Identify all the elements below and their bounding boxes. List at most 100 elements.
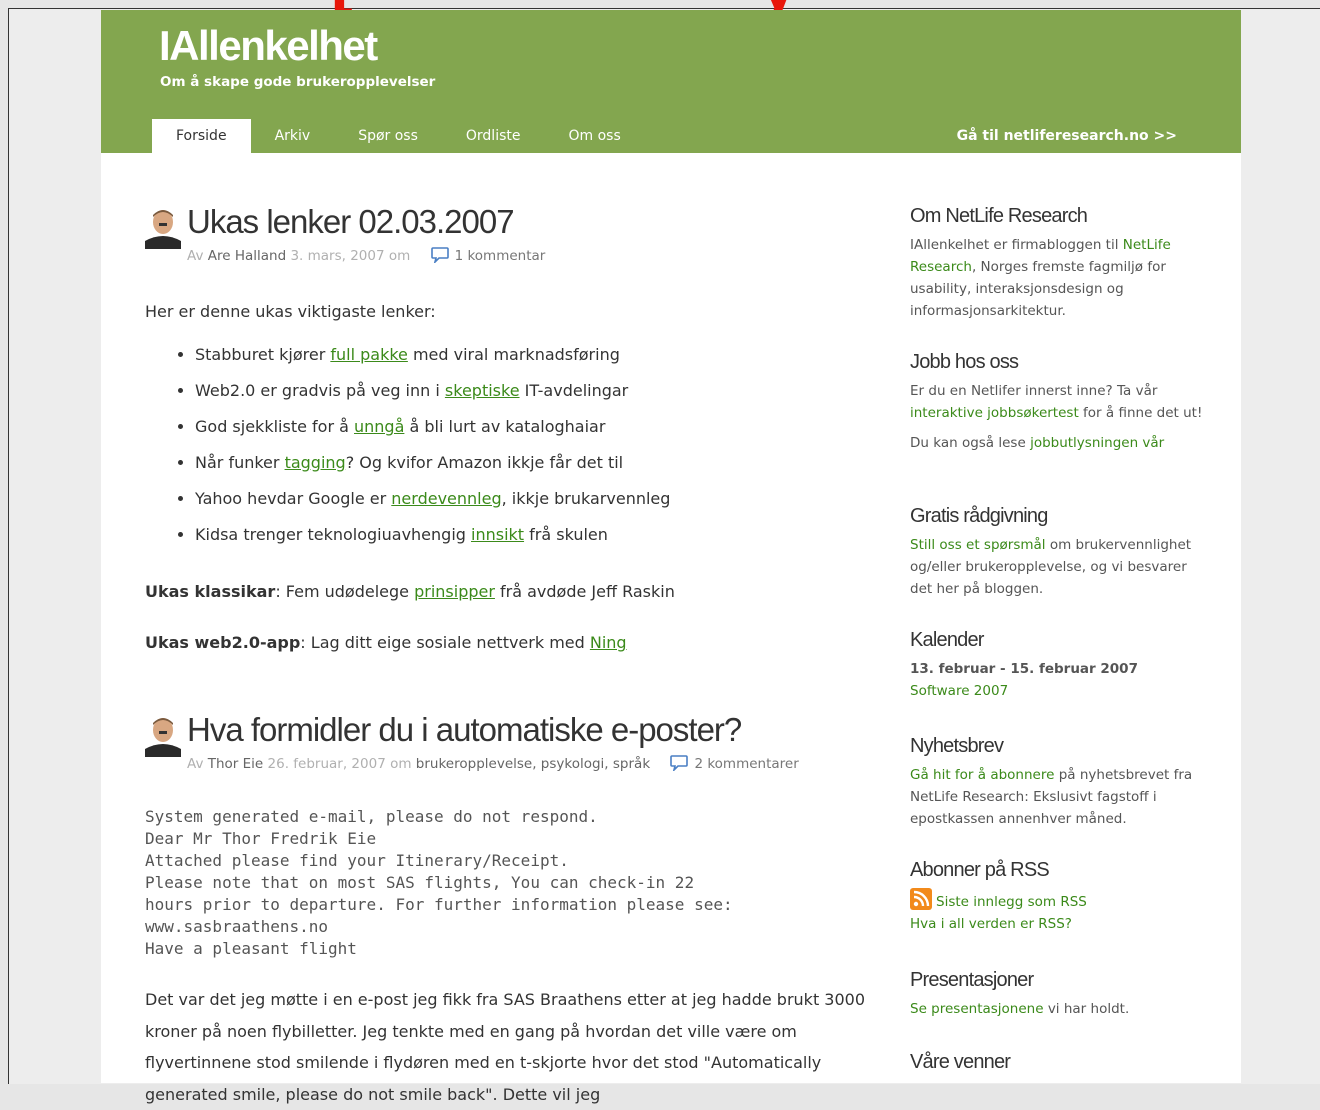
nav-om-oss[interactable]: Om oss xyxy=(544,119,644,153)
list-text: Når funker xyxy=(195,453,285,472)
classic-label: Ukas klassikar xyxy=(145,582,276,601)
comments-link[interactable]: 1 kommentar xyxy=(430,247,546,264)
widget-text: 13. februar - 15. februar 2007 Software 2… xyxy=(910,658,1210,702)
text: for å finne det ut! xyxy=(1078,405,1203,421)
widget-jobb: Jobb hos oss Er du en Netlifer innerst i… xyxy=(910,351,1210,454)
author-avatar-icon xyxy=(145,715,181,757)
post-body: Det var det jeg møtte i en e-post jeg fi… xyxy=(145,990,866,1104)
widget-title: Jobb hos oss xyxy=(910,351,1019,373)
list-text: Yahoo hevdar Google er xyxy=(195,489,392,508)
widget-kalender: Kalender 13. februar - 15. februar 2007 S… xyxy=(910,629,1210,702)
list-item: Kidsa trenger teknologiuavhengig innsikt… xyxy=(195,524,670,560)
classic-text: : Fem udødelege xyxy=(275,582,415,601)
list-text: frå skulen xyxy=(524,525,608,544)
inline-link[interactable]: nerdevennleg xyxy=(391,489,501,508)
list-text: med viral marknadsføring xyxy=(407,345,620,364)
top-banner-fragment: [ y xyxy=(0,0,1320,10)
widget-presentasjoner: Presentasjoner Se presentasjonene vi har… xyxy=(910,969,1210,1020)
post-intro: Her er denne ukas viktigaste lenker: xyxy=(145,302,436,321)
rss-link[interactable]: Siste innlegg som RSS xyxy=(936,894,1087,910)
rss-help-link[interactable]: Hva i all verden er RSS? xyxy=(910,916,1072,932)
web2-text: : Lag ditt eige sosiale nettverk med xyxy=(300,633,590,652)
widget-om-netlife: Om NetLife Research IAllenkelhet er firm… xyxy=(910,205,1210,322)
inline-link[interactable]: Ning xyxy=(590,633,627,652)
widget-text: Du kan også lese jobbutlysningen vår xyxy=(910,432,1210,454)
post-categories[interactable]: brukeropplevelse, psykologi, språk xyxy=(416,756,650,772)
inline-link[interactable]: unngå xyxy=(354,417,404,436)
ask-link[interactable]: Still oss et spørsmål xyxy=(910,537,1046,553)
post-header: Ukas lenker 02.03.2007 Av Are Halland 3.… xyxy=(145,195,865,264)
list-text: ? Og kvifor Amazon ikkje får det til xyxy=(345,453,624,472)
main-nav: Forside Arkiv Spør oss Ordliste Om oss xyxy=(152,119,645,153)
post: Ukas lenker 02.03.2007 Av Are Halland 3.… xyxy=(145,195,865,652)
inline-link[interactable]: prinsipper xyxy=(414,582,495,601)
comment-bubble-icon xyxy=(430,247,449,263)
presentations-link[interactable]: Se presentasjonene xyxy=(910,1001,1044,1017)
comments-count: 1 kommentar xyxy=(454,248,546,264)
nav-forside[interactable]: Forside xyxy=(152,119,251,153)
nav-ordliste[interactable]: Ordliste xyxy=(442,119,545,153)
widget-text: Siste innlegg som RSS Hva i all verden e… xyxy=(910,888,1210,935)
event-link[interactable]: Software 2007 xyxy=(910,683,1008,699)
widget-gratis: Gratis rådgivning Still oss et spørsmål … xyxy=(910,505,1210,600)
list-item: Yahoo hevdar Google er nerdevennleg, ikk… xyxy=(195,488,670,524)
post-date: 3. mars, 2007 om xyxy=(290,248,411,264)
list-text: Stabburet kjører xyxy=(195,345,331,364)
widget-venner: Våre venner xyxy=(910,1051,1210,1074)
widget-title: Abonner på RSS xyxy=(910,859,1050,881)
rss-row: Siste innlegg som RSS xyxy=(910,888,1210,913)
inline-link[interactable]: full pakke xyxy=(330,345,408,364)
comments-link[interactable]: 2 kommentarer xyxy=(670,755,799,772)
author-prefix: Av xyxy=(187,756,204,772)
job-ad-link[interactable]: jobbutlysningen vår xyxy=(1030,435,1164,451)
text: Er du en Netlifer innerst inne? Ta vår xyxy=(910,383,1158,399)
post-meta: Av Thor Eie 26. februar, 2007 om brukero… xyxy=(187,755,799,772)
list-text: , ikkje brukarvennleg xyxy=(501,489,671,508)
site-title[interactable]: IAllenkelhet xyxy=(159,22,378,70)
weekly-classic: Ukas klassikar: Fem udødelege prinsipper… xyxy=(145,582,675,601)
email-quote: System generated e-mail, please do not r… xyxy=(145,807,733,958)
page: IAllenkelhet Om å skape gode brukeropple… xyxy=(101,10,1241,1104)
list-text: Web2.0 er gradvis på veg inn i xyxy=(195,381,445,400)
event-date: 13. februar - 15. februar 2007 xyxy=(910,661,1138,677)
widget-text: Se presentasjonene vi har holdt. xyxy=(910,998,1210,1020)
inline-link[interactable]: tagging xyxy=(285,453,346,472)
widget-title: Om NetLife Research xyxy=(910,205,1088,227)
list-text: IT-avdelingar xyxy=(519,381,629,400)
list-item: God sjekkliste for å unngå å bli lurt av… xyxy=(195,416,670,452)
widget-rss: Abonner på RSS Siste innlegg som RSS Hva… xyxy=(910,859,1210,935)
widget-title: Gratis rådgivning xyxy=(910,505,1048,527)
text: vi har holdt. xyxy=(1043,1001,1130,1017)
text: IAllenkelhet er firmabloggen til xyxy=(910,237,1123,253)
widget-title: Kalender xyxy=(910,629,984,651)
widget-text: IAllenkelhet er firmabloggen til NetLife… xyxy=(910,234,1210,322)
post-title[interactable]: Hva formidler du i automatiske e-poster? xyxy=(187,711,742,749)
widget-text: Er du en Netlifer innerst inne? Ta vår i… xyxy=(910,380,1210,424)
list-item: Når funker tagging? Og kvifor Amazon ikk… xyxy=(195,452,670,488)
list-item: Stabburet kjører full pakke med viral ma… xyxy=(195,344,670,380)
author-prefix: Av xyxy=(187,248,204,264)
text: Du kan også lese xyxy=(910,435,1031,451)
site-header: IAllenkelhet Om å skape gode brukeropple… xyxy=(101,10,1241,153)
web2-label: Ukas web2.0-app xyxy=(145,633,301,652)
post-author[interactable]: Are Halland xyxy=(208,248,286,264)
site-tagline: Om å skape gode brukeropplevelser xyxy=(160,74,436,90)
classic-text: frå avdøde Jeff Raskin xyxy=(494,582,675,601)
main-content: Ukas lenker 02.03.2007 Av Are Halland 3.… xyxy=(145,195,865,1104)
nav-arkiv[interactable]: Arkiv xyxy=(251,119,335,153)
list-text: Kidsa trenger teknologiuavhengig xyxy=(195,525,471,544)
comments-count: 2 kommentarer xyxy=(694,756,799,772)
list-text: å bli lurt av kataloghaiar xyxy=(404,417,606,436)
post-title[interactable]: Ukas lenker 02.03.2007 xyxy=(187,203,515,241)
external-site-link[interactable]: Gå til netliferesearch.no >> xyxy=(957,119,1177,153)
inline-link[interactable]: innsikt xyxy=(471,525,524,544)
widget-title: Våre venner xyxy=(910,1051,1011,1073)
inline-link[interactable]: skeptiske xyxy=(445,381,520,400)
rss-icon[interactable] xyxy=(910,888,932,910)
post-author[interactable]: Thor Eie xyxy=(208,756,264,772)
subscribe-link[interactable]: Gå hit for å abonnere xyxy=(910,767,1054,783)
nav-spor-oss[interactable]: Spør oss xyxy=(334,119,442,153)
post-date: 26. februar, 2007 om xyxy=(267,756,412,772)
job-test-link[interactable]: interaktive jobbsøkertest xyxy=(910,405,1079,421)
post-meta: Av Are Halland 3. mars, 2007 om 1 kommen… xyxy=(187,247,545,264)
